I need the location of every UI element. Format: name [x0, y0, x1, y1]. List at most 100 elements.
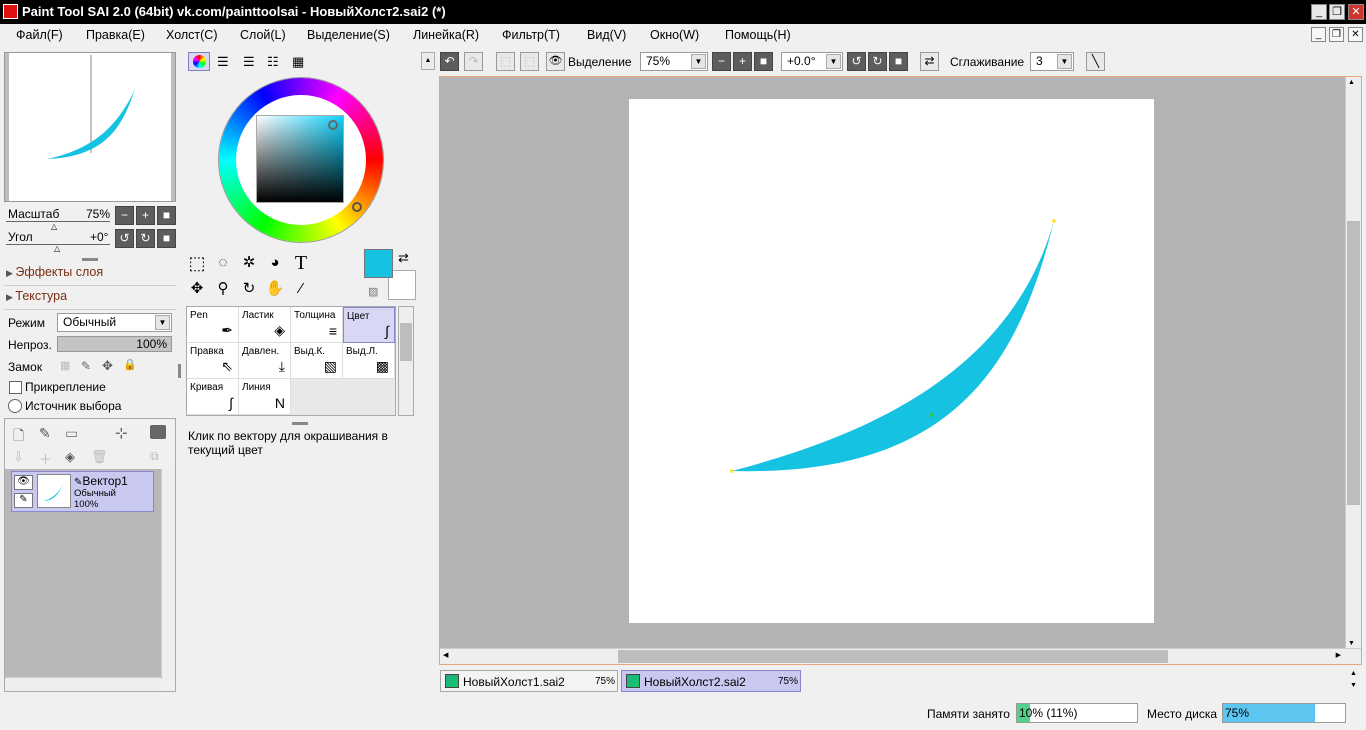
- opacity-slider[interactable]: 100%: [57, 336, 172, 352]
- merge-down-icon[interactable]: ⇩: [13, 449, 24, 465]
- control-point-end[interactable]: [1052, 219, 1056, 223]
- transparent-color-icon[interactable]: ▨: [368, 285, 378, 298]
- canvas-viewport[interactable]: ▲ ▼ ◀ ▶: [439, 76, 1362, 665]
- magic-wand-icon[interactable]: ✲: [238, 252, 260, 274]
- vector-stroke[interactable]: [440, 77, 1345, 647]
- angle-select[interactable]: +0.0° ▼: [781, 52, 843, 71]
- new-folder-icon[interactable]: ▭: [65, 425, 78, 442]
- zoom-icon[interactable]: ⚲: [212, 278, 234, 300]
- lock-transparency-icon[interactable]: ▦: [60, 359, 70, 372]
- zoom-in-button[interactable]: +: [136, 206, 155, 225]
- pen-mode-icon[interactable]: ✎: [14, 493, 33, 508]
- close-icon[interactable]: ✕: [1348, 4, 1364, 20]
- eyedropper-icon[interactable]: ⁄: [290, 278, 312, 300]
- menu-canvas[interactable]: Холст(C): [166, 28, 218, 42]
- tabs-scroll-down-icon[interactable]: ▼: [1350, 682, 1357, 689]
- zoom-select[interactable]: 75% ▼: [640, 52, 708, 71]
- layer-hscrollbar[interactable]: [5, 677, 161, 691]
- menu-window[interactable]: Окно(W): [650, 28, 699, 42]
- tab-canvas1[interactable]: НовыйХолст1.sai2 75%: [440, 670, 618, 692]
- blend-mode-select[interactable]: Обычный ▼: [57, 313, 172, 332]
- invert-selection-button[interactable]: ⬚: [520, 52, 539, 71]
- lock-all-icon[interactable]: 🔒: [123, 358, 137, 371]
- tool-pen[interactable]: Pen ✒: [187, 307, 239, 343]
- zoom-slider-thumb[interactable]: △: [51, 222, 57, 231]
- toolbar-zoom-out[interactable]: −: [712, 52, 731, 71]
- toolbar-scroll-up[interactable]: ▲: [421, 52, 435, 70]
- lasso-icon[interactable]: ◌: [212, 252, 234, 274]
- menu-view[interactable]: Вид(V): [587, 28, 626, 42]
- add-icon[interactable]: ＋: [39, 449, 52, 468]
- eye-icon[interactable]: 👁: [14, 475, 33, 490]
- layer-effects-section[interactable]: ▶ Эффекты слоя: [6, 265, 103, 279]
- zoom-out-button[interactable]: −: [115, 206, 134, 225]
- selection-source-radio[interactable]: [8, 399, 22, 413]
- color-wheel-tab[interactable]: [188, 52, 210, 71]
- hue-ring-picker[interactable]: [352, 202, 362, 212]
- swap-colors-icon[interactable]: ⇄: [398, 250, 409, 266]
- tool-eraser[interactable]: Ластик ◈: [239, 307, 291, 343]
- restore-icon[interactable]: ❐: [1329, 4, 1345, 20]
- foreground-color-swatch[interactable]: [364, 249, 393, 278]
- hsv-slider-tab[interactable]: ☰: [243, 54, 255, 70]
- redo-button[interactable]: ↷: [464, 52, 483, 71]
- hand-icon[interactable]: ✋: [264, 278, 286, 300]
- doc-close-icon[interactable]: ✕: [1348, 27, 1363, 42]
- doc-minimize-icon[interactable]: _: [1311, 27, 1326, 42]
- menu-layer[interactable]: Слой(L): [240, 28, 286, 42]
- toolbar-zoom-reset[interactable]: ■: [754, 52, 773, 71]
- minimize-icon[interactable]: _: [1311, 4, 1327, 20]
- erase-layer-icon[interactable]: ◈: [65, 449, 75, 465]
- texture-section[interactable]: ▶ Текстура: [6, 289, 67, 303]
- toolbar-rotate-right[interactable]: ↻: [868, 52, 887, 71]
- tool-line[interactable]: Линия N: [239, 379, 291, 415]
- control-point-start[interactable]: [730, 469, 734, 473]
- scroll-up-icon[interactable]: ▲: [1348, 79, 1355, 86]
- tool-pressure[interactable]: Давлен. ⤓: [239, 343, 291, 379]
- scroll-right-icon[interactable]: ▶: [1336, 651, 1341, 659]
- tool-thickness[interactable]: Толщина ≡: [291, 307, 343, 343]
- trash-icon[interactable]: 🗑: [91, 449, 108, 465]
- menu-help[interactable]: Помощь(H): [725, 28, 791, 42]
- canvas-hscrollbar[interactable]: ◀ ▶: [440, 648, 1361, 664]
- scratchpad-tab[interactable]: ▦: [292, 54, 304, 70]
- rotate-left-button[interactable]: ↺: [115, 229, 134, 248]
- move-icon[interactable]: ✥: [186, 278, 208, 300]
- layer-scrollbar[interactable]: [161, 469, 175, 679]
- menu-ruler[interactable]: Линейка(R): [413, 28, 479, 42]
- layer-item[interactable]: 👁 ✎ ✎Вектор1 Обычный 100%: [11, 471, 154, 512]
- tool-grid-scrollbar[interactable]: [398, 306, 414, 416]
- new-layer-icon[interactable]: 🗋: [13, 425, 24, 449]
- rotate-right-button[interactable]: ↻: [136, 229, 155, 248]
- layer-extra-icon[interactable]: ⧉: [150, 449, 159, 464]
- panel-splitter[interactable]: [82, 258, 98, 261]
- rotate-icon[interactable]: ↻: [238, 278, 260, 300]
- tool-select-line[interactable]: Выд.Л. ▩: [343, 343, 395, 379]
- tool-edit[interactable]: Правка ⇖: [187, 343, 239, 379]
- tool-splitter[interactable]: [292, 422, 308, 425]
- angle-slider-thumb[interactable]: △: [54, 244, 60, 253]
- zoom-reset-button[interactable]: ■: [157, 206, 176, 225]
- doc-restore-icon[interactable]: ❐: [1329, 27, 1344, 42]
- toolbar-rotate-left[interactable]: ↺: [847, 52, 866, 71]
- menu-file[interactable]: Файл(F): [16, 28, 63, 42]
- lock-paint-icon[interactable]: ✎: [81, 359, 91, 373]
- stabilizer-select[interactable]: 3 ▼: [1030, 52, 1074, 71]
- rotate-reset-button[interactable]: ■: [157, 229, 176, 248]
- clip-checkbox[interactable]: [9, 381, 22, 394]
- left-splitter[interactable]: [178, 364, 181, 378]
- mask-icon[interactable]: [150, 425, 166, 439]
- text-tool-icon[interactable]: T: [290, 252, 312, 274]
- menu-filter[interactable]: Фильтр(T): [502, 28, 560, 42]
- toolbar-rotate-reset[interactable]: ■: [889, 52, 908, 71]
- undo-button[interactable]: ↶: [440, 52, 459, 71]
- scroll-down-icon[interactable]: ▼: [1348, 640, 1355, 647]
- color-square-picker[interactable]: [328, 120, 338, 130]
- navigator-preview[interactable]: [4, 52, 176, 202]
- tabs-scroll-up-icon[interactable]: ▲: [1350, 670, 1357, 677]
- flip-horizontal-icon[interactable]: ⇄: [920, 52, 939, 71]
- menu-selection[interactable]: Выделение(S): [307, 28, 390, 42]
- tool-curve[interactable]: Кривая ∫: [187, 379, 239, 415]
- tool-select-stroke[interactable]: Выд.К. ▧: [291, 343, 343, 379]
- selection-visibility-icon[interactable]: 👁: [546, 52, 565, 71]
